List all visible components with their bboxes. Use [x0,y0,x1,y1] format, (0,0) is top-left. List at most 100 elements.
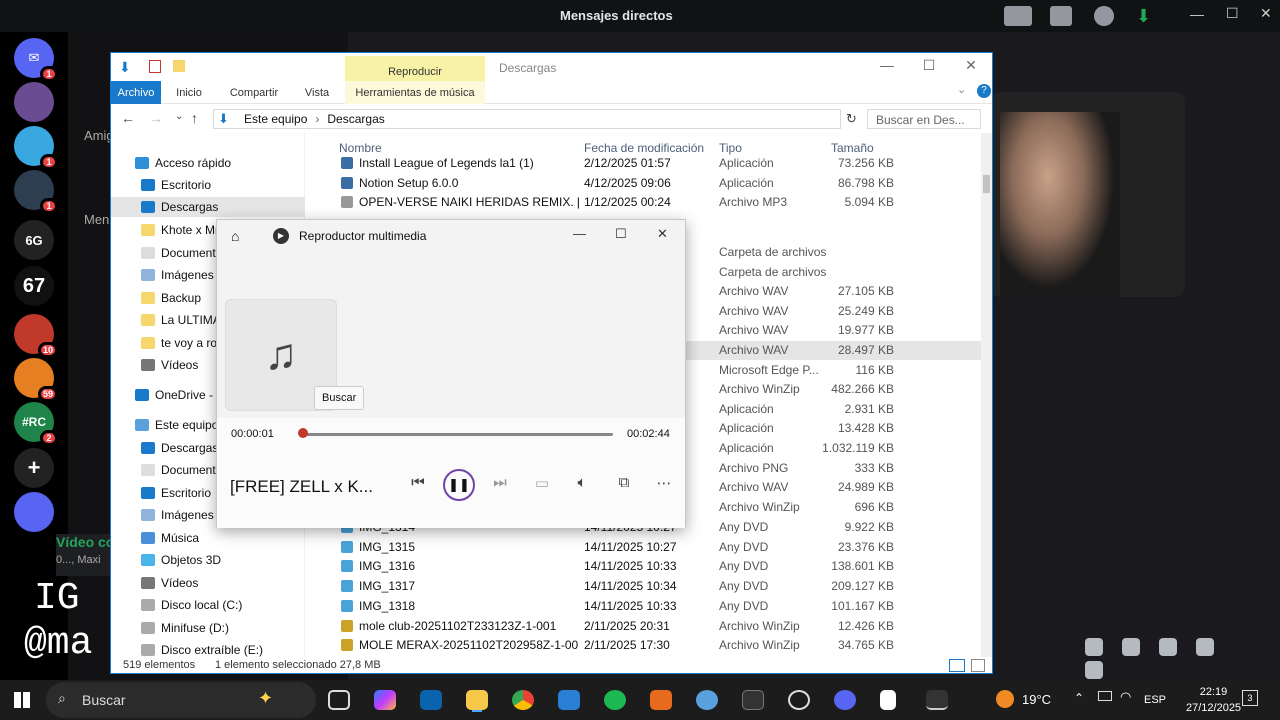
server-icon[interactable]: #RC 2 [14,402,58,446]
nav-videos-pc[interactable]: Vídeos [141,573,198,593]
nav-images[interactable]: Imágenes [141,265,214,285]
add-server-icon[interactable]: + [14,448,54,488]
notification-icon[interactable]: 3 [1242,690,1258,706]
nav-disk-c[interactable]: Disco local (C:) [141,595,242,615]
next-icon[interactable]: ⏭ [487,474,513,491]
tab-music-tools[interactable]: Herramientas de música [345,81,485,104]
file-row[interactable]: MOLE MERAX-20251102T202958Z-1-001 2/11/20… [311,636,981,655]
inbox-icon[interactable] [1004,6,1032,26]
server-icon[interactable]: 10 [14,314,58,358]
obs-icon[interactable] [788,690,810,710]
nav-downloads-pc[interactable]: Descargas [141,438,218,458]
new-folder-icon[interactable] [173,60,185,72]
minimize-button[interactable]: — [573,226,586,241]
nav-desktop-pc[interactable]: Escritorio [141,483,211,503]
discord-icon[interactable] [834,690,856,710]
scrollbar[interactable] [981,133,992,657]
wifi-icon[interactable]: ◠ [1120,689,1131,705]
store-icon[interactable] [558,690,580,710]
file-row[interactable]: IMG_1317 14/11/2025 10:34 Any DVD 209.127 K… [311,577,981,596]
language-indicator[interactable]: ESP [1144,694,1166,706]
notepad-icon[interactable] [880,690,896,710]
nav-folder[interactable]: te voy a rob [141,333,224,353]
maximize-button[interactable]: ☐ [615,226,627,242]
nav-this-pc[interactable]: Este equipo [135,415,218,435]
server-icon[interactable]: 67 [14,266,54,306]
help-icon[interactable]: ? [977,84,991,98]
tab-view[interactable]: Vista [297,81,337,104]
nav-desktop[interactable]: Escritorio [141,175,211,195]
breadcrumb-this-pc[interactable]: Este equipo [244,112,307,126]
nav-videos[interactable]: Vídeos [141,355,198,375]
webcam-tile[interactable] [990,92,1185,297]
scroll-thumb[interactable] [983,175,990,193]
discord-home-icon[interactable]: ✉ 1 [14,38,58,82]
davinci-icon[interactable] [742,690,764,710]
server-icon[interactable] [14,82,54,122]
close-button[interactable]: ✕ [951,57,991,77]
close-button[interactable]: ✕ [657,226,668,242]
nav-documents-pc[interactable]: Documento [141,460,222,480]
copilot-icon[interactable] [374,690,396,710]
nav-disk-d[interactable]: Minifuse (D:) [141,618,229,638]
gift-icon[interactable] [1085,638,1103,656]
file-row[interactable]: Notion Setup 6.0.0 4/12/2025 09:06 Aplicac… [311,174,981,193]
volume-icon[interactable]: 🔈︎ [569,474,595,491]
seek-knob[interactable] [297,428,308,438]
nav-downloads[interactable]: Descargas [111,197,305,217]
song-title[interactable]: [FREE] ZELL x K... [230,477,373,497]
recent-icon[interactable]: ⌄ [175,111,183,122]
context-tab-play[interactable]: Reproducir [345,56,485,81]
download-icon[interactable]: ⬇ [1136,6,1154,26]
refresh-icon[interactable]: ↻ [846,111,857,127]
previous-icon[interactable]: ⏮ [405,474,431,491]
minimize-icon[interactable]: — [1190,6,1204,22]
nav-documents[interactable]: Documento [141,243,222,263]
file-explorer-icon[interactable] [466,690,488,710]
help-icon[interactable] [1094,6,1114,26]
outlook-icon[interactable] [420,690,442,710]
address-box[interactable]: ⬇ Este equipo › Descargas [213,109,841,129]
maximize-icon[interactable]: ☐ [1226,5,1239,22]
file-row[interactable]: IMG_1318 14/11/2025 10:33 Any DVD 101.167 K… [311,597,981,616]
properties-icon[interactable] [149,60,161,73]
battery-icon[interactable] [1098,691,1112,701]
clock[interactable]: 22:19 27/12/2025 [1186,684,1241,716]
discord-icon[interactable] [14,492,54,532]
sticker-icon[interactable] [1159,638,1177,656]
gif-icon[interactable] [1122,638,1140,656]
emoji-icon[interactable] [1196,638,1214,656]
qbittorrent-icon[interactable] [696,690,718,710]
up-icon[interactable]: ↑ [191,110,198,126]
maximize-button[interactable]: ☐ [909,57,949,77]
fl-studio-icon[interactable] [650,690,672,710]
back-icon[interactable]: ← [121,110,135,126]
forward-icon[interactable]: → [149,110,163,126]
minimize-button[interactable]: — [867,57,907,77]
nav-music[interactable]: Música [141,528,199,548]
server-icon[interactable]: 59 [14,358,58,402]
search-input[interactable]: Buscar en Des... [867,109,981,129]
windows-start-icon[interactable] [14,692,30,708]
spotify-icon[interactable] [604,690,626,710]
nav-folder[interactable]: La ULTIMA [141,310,221,330]
tab-file[interactable]: Archivo [111,81,161,104]
taskbar-search[interactable]: ⌕ Buscar ✦ [46,682,316,718]
server-icon[interactable]: 6G [14,220,54,260]
pause-button[interactable]: ❚❚ [443,469,475,501]
file-row[interactable]: IMG_1316 14/11/2025 10:33 Any DVD 138.601 K… [311,557,981,576]
apps-icon[interactable] [1085,661,1103,679]
miniplayer-icon[interactable]: ⧉ [611,474,637,491]
more-options-icon[interactable]: ⋯ [651,474,677,492]
file-row[interactable]: Install League of Legends la1 (1) 2/12/20… [311,154,981,173]
home-icon[interactable]: ⌂ [231,228,239,244]
tiles-view-icon[interactable] [971,659,985,672]
nav-images-pc[interactable]: Imágenes [141,505,214,525]
server-icon[interactable]: 1 [14,126,58,170]
nav-onedrive[interactable]: OneDrive - P [135,385,224,405]
ribbon-expand-icon[interactable]: ⌄ [957,83,966,96]
chrome-icon[interactable] [512,690,534,710]
seek-bar[interactable] [301,433,613,436]
details-view-icon[interactable] [949,659,965,672]
chevron-up-icon[interactable]: ⌃ [1074,691,1084,705]
